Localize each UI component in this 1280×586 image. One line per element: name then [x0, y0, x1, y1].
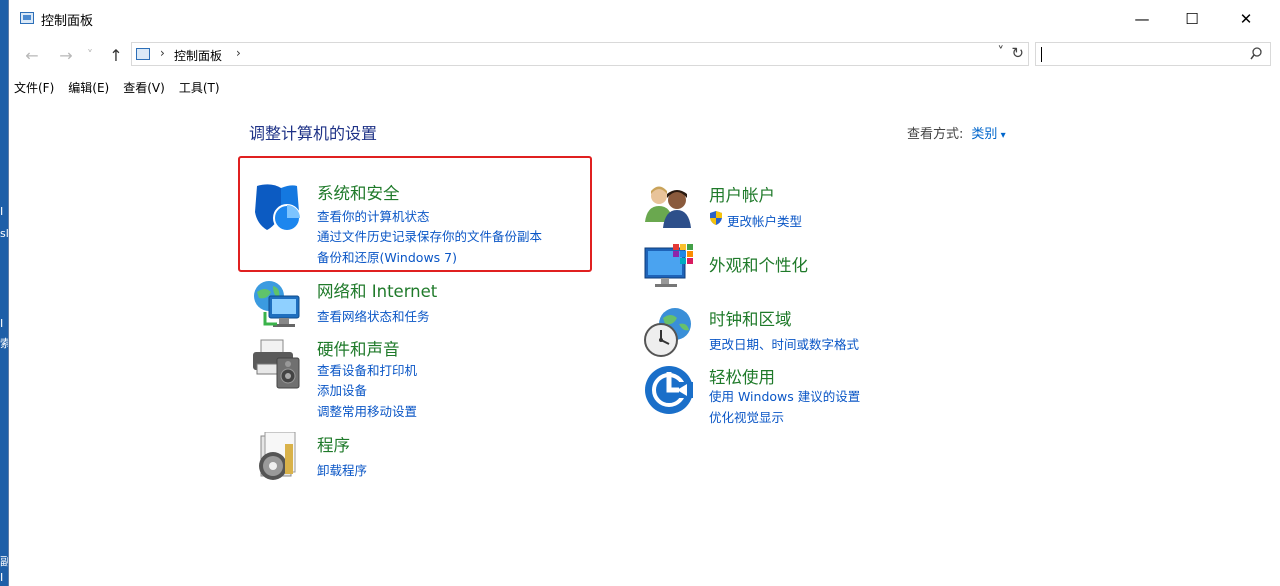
recent-locations-chevron-icon[interactable]: ˅ — [83, 44, 97, 66]
search-icon[interactable] — [1250, 47, 1262, 61]
maximize-button[interactable]: ☐ — [1169, 0, 1215, 38]
title-bar[interactable]: 控制面板 — ☐ ✕ — [9, 0, 1280, 38]
control-panel-icon — [20, 12, 34, 24]
category-title[interactable]: 外观和个性化 — [709, 252, 808, 276]
link-file-history-backup[interactable]: 通过文件历史记录保存你的文件备份副本 — [317, 226, 542, 245]
navigation-bar: ← → ˅ ↑ › 控制面板 › ˅ ↻ — [9, 42, 1280, 68]
refresh-icon[interactable]: ↻ — [1011, 44, 1024, 62]
link-optimize-visual-display[interactable]: 优化视觉显示 — [709, 407, 784, 426]
programs-disc-icon[interactable] — [251, 432, 305, 486]
clock-globe-icon[interactable] — [643, 306, 697, 360]
close-button[interactable]: ✕ — [1223, 0, 1269, 38]
appearance-monitor-icon[interactable] — [643, 242, 697, 296]
printer-speaker-icon[interactable] — [251, 336, 305, 390]
control-panel-window: 控制面板 — ☐ ✕ ← → ˅ ↑ › 控制面板 › ˅ ↻ 文件(F) 编辑… — [8, 0, 1280, 586]
category-title[interactable]: 网络和 Internet — [317, 278, 437, 302]
text-caret — [1041, 47, 1042, 62]
category-title[interactable]: 硬件和声音 — [317, 336, 400, 360]
ease-of-access-icon[interactable] — [643, 364, 697, 418]
view-by-dropdown[interactable]: 类别 — [971, 127, 1005, 142]
up-arrow-icon[interactable]: ↑ — [105, 44, 127, 66]
minimize-button[interactable]: — — [1119, 0, 1165, 38]
breadcrumb-separator-icon[interactable]: › — [160, 46, 165, 60]
forward-arrow-icon[interactable]: → — [55, 44, 77, 66]
link-change-account-type[interactable]: 更改帐户类型 — [727, 211, 802, 230]
link-backup-restore[interactable]: 备份和还原(Windows 7) — [317, 247, 457, 266]
category-title[interactable]: 系统和安全 — [317, 180, 400, 204]
menu-bar: 文件(F) 编辑(E) 查看(V) 工具(T) — [9, 78, 229, 98]
category-title[interactable]: 用户帐户 — [709, 182, 775, 206]
users-icon[interactable] — [643, 182, 697, 236]
back-arrow-icon[interactable]: ← — [21, 44, 43, 66]
network-globe-icon[interactable] — [251, 278, 305, 332]
link-change-date-time-format[interactable]: 更改日期、时间或数字格式 — [709, 334, 859, 353]
uac-shield-icon — [710, 211, 722, 225]
desktop-text-fragment: I — [0, 205, 4, 218]
breadcrumb-control-panel[interactable]: 控制面板 — [174, 47, 222, 64]
menu-file[interactable]: 文件(F) — [9, 78, 59, 98]
link-network-status[interactable]: 查看网络状态和任务 — [317, 306, 430, 325]
control-panel-icon — [136, 48, 150, 60]
window-title: 控制面板 — [41, 14, 94, 29]
link-mobility-settings[interactable]: 调整常用移动设置 — [317, 401, 417, 420]
desktop-text-fragment: I — [0, 317, 4, 330]
view-by-control: 查看方式: 类别 — [907, 123, 1006, 142]
search-box[interactable] — [1035, 42, 1271, 66]
desktop-text-fragment: I — [0, 571, 4, 584]
category-title[interactable]: 轻松使用 — [709, 364, 775, 388]
view-by-label: 查看方式: — [907, 127, 964, 142]
category-title[interactable]: 时钟和区域 — [709, 306, 792, 330]
menu-edit[interactable]: 编辑(E) — [63, 78, 114, 98]
address-bar[interactable]: › 控制面板 › ˅ ↻ — [131, 42, 1029, 66]
menu-view[interactable]: 查看(V) — [118, 78, 170, 98]
link-view-computer-status[interactable]: 查看你的计算机状态 — [317, 206, 430, 225]
link-add-device[interactable]: 添加设备 — [317, 380, 367, 399]
page-title: 调整计算机的设置 — [249, 124, 378, 143]
category-title[interactable]: 程序 — [317, 432, 350, 456]
menu-tools[interactable]: 工具(T) — [174, 78, 225, 98]
breadcrumb-separator-icon[interactable]: › — [236, 46, 241, 60]
shield-icon[interactable] — [251, 180, 305, 234]
link-devices-printers[interactable]: 查看设备和打印机 — [317, 360, 417, 379]
link-windows-suggested-settings[interactable]: 使用 Windows 建议的设置 — [709, 386, 860, 405]
link-uninstall-program[interactable]: 卸载程序 — [317, 460, 367, 479]
address-dropdown-chevron-icon[interactable]: ˅ — [998, 45, 1005, 60]
